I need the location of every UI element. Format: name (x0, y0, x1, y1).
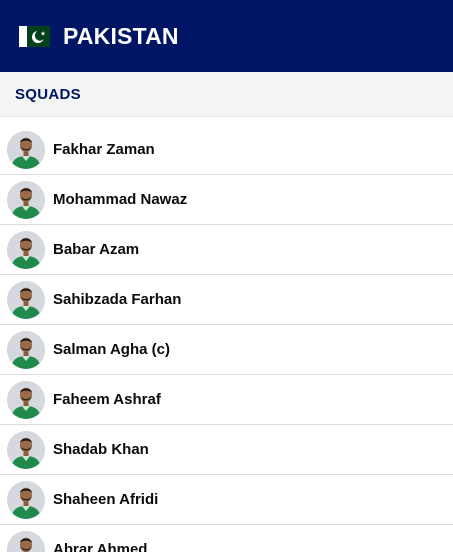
player-name[interactable]: Babar Azam (53, 241, 139, 259)
player-avatar (7, 531, 45, 552)
pakistan-flag-icon (19, 26, 50, 47)
player-avatar (7, 131, 45, 169)
player-avatar (7, 481, 45, 519)
player-row[interactable]: Mohammad Nawaz (0, 175, 453, 225)
player-name[interactable]: Fakhar Zaman (53, 141, 155, 159)
page-title: PAKISTAN (63, 23, 179, 49)
player-avatar (7, 431, 45, 469)
player-name[interactable]: Mohammad Nawaz (53, 191, 187, 209)
player-row[interactable]: Abrar Ahmed (0, 525, 453, 552)
player-avatar (7, 181, 45, 219)
player-avatar (7, 381, 45, 419)
section-title: SQUADS (15, 86, 81, 103)
squads-section-bar: SQUADS (0, 72, 453, 117)
player-name[interactable]: Abrar Ahmed (53, 541, 147, 552)
team-header: PAKISTAN (0, 0, 453, 72)
player-row[interactable]: Salman Agha (c) (0, 325, 453, 375)
player-name[interactable]: Shadab Khan (53, 441, 149, 459)
player-row[interactable]: Faheem Ashraf (0, 375, 453, 425)
player-row[interactable]: Babar Azam (0, 225, 453, 275)
player-name[interactable]: Faheem Ashraf (53, 391, 161, 409)
player-row[interactable]: Sahibzada Farhan (0, 275, 453, 325)
player-row[interactable]: Shadab Khan (0, 425, 453, 475)
player-row[interactable]: Fakhar Zaman (0, 125, 453, 175)
player-name[interactable]: Salman Agha (c) (53, 341, 170, 359)
player-name[interactable]: Shaheen Afridi (53, 491, 158, 509)
player-name[interactable]: Sahibzada Farhan (53, 291, 181, 309)
player-avatar (7, 231, 45, 269)
player-list: Fakhar Zaman Mohammad Nawaz Babar Azam S… (0, 125, 453, 552)
player-avatar (7, 331, 45, 369)
player-avatar (7, 281, 45, 319)
player-row[interactable]: Shaheen Afridi (0, 475, 453, 525)
